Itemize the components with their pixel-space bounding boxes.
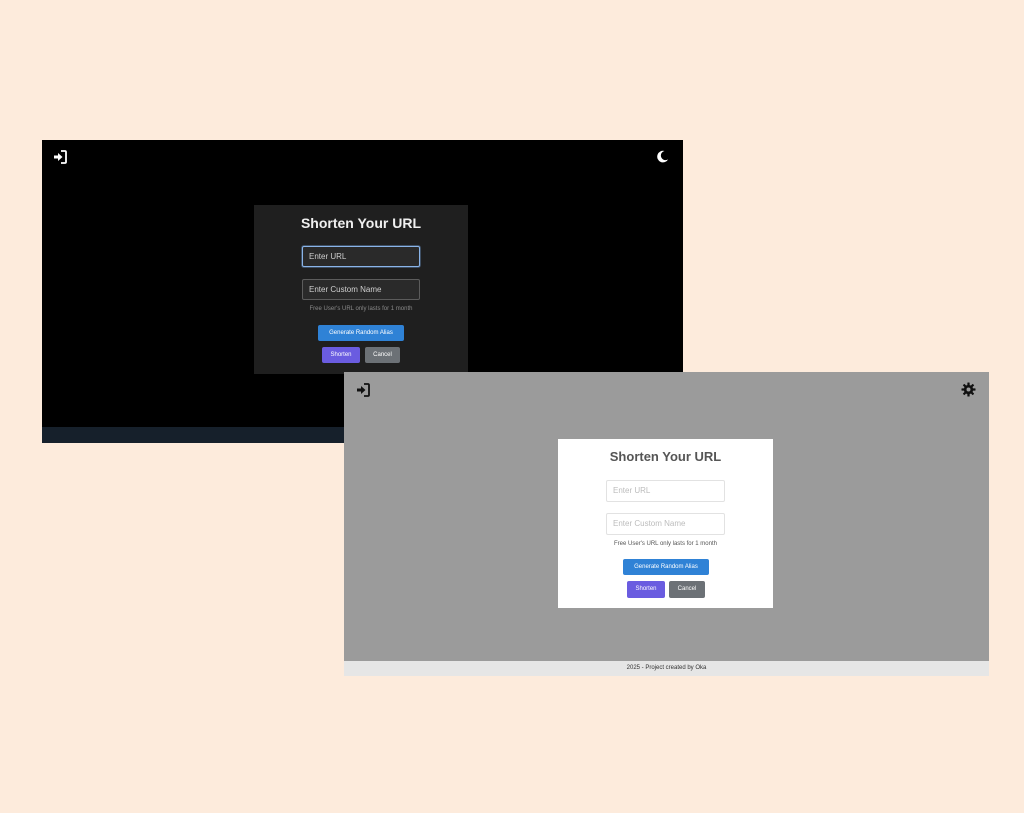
gear-icon[interactable]	[961, 382, 976, 397]
light-mode-screenshot: Shorten Your URL Enter URL Enter Custom …	[344, 372, 989, 676]
footer: 2025 - Project created by Oka	[344, 661, 989, 676]
free-user-note: Free User's URL only lasts for 1 month	[614, 541, 717, 547]
custom-name-input[interactable]: Enter Custom Name	[302, 279, 420, 300]
generate-random-alias-button[interactable]: Generate Random Alias	[623, 559, 709, 575]
moon-icon[interactable]	[656, 150, 669, 163]
sign-in-icon[interactable]	[356, 383, 370, 397]
custom-name-input[interactable]: Enter Custom Name	[606, 513, 725, 535]
shorten-url-card: Shorten Your URL Enter URL Enter Custom …	[558, 439, 773, 608]
card-title: Shorten Your URL	[300, 215, 422, 231]
sign-in-icon[interactable]	[53, 150, 67, 164]
shorten-button[interactable]: Shorten	[627, 581, 665, 598]
url-input[interactable]: Enter URL	[606, 480, 725, 502]
shorten-button[interactable]: Shorten	[322, 347, 360, 363]
cancel-button[interactable]: Cancel	[669, 581, 705, 598]
url-input[interactable]: Enter URL	[302, 246, 420, 267]
shorten-url-card: Shorten Your URL Enter URL Enter Custom …	[254, 205, 468, 374]
free-user-note: Free User's URL only lasts for 1 month	[309, 306, 413, 312]
card-title: Shorten Your URL	[609, 449, 722, 464]
generate-random-alias-button[interactable]: Generate Random Alias	[318, 325, 404, 341]
cancel-button[interactable]: Cancel	[365, 347, 400, 363]
